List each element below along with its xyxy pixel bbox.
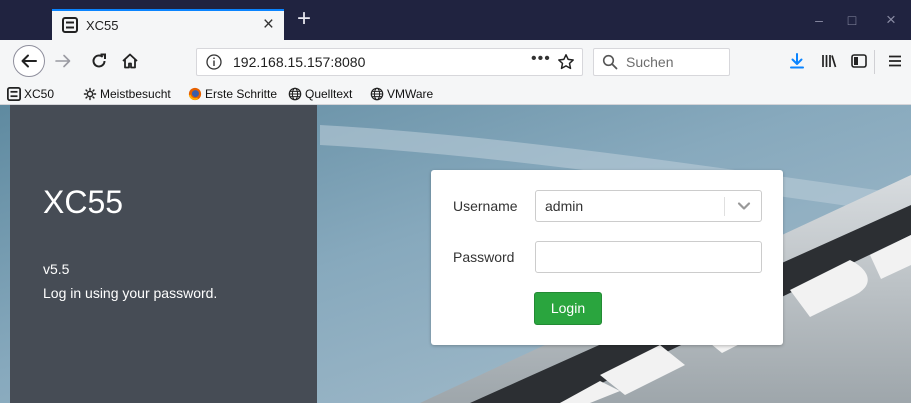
menu-button[interactable] — [884, 50, 906, 72]
chevron-down-icon[interactable] — [737, 201, 751, 211]
sidebar-button[interactable] — [848, 50, 870, 72]
home-icon — [122, 53, 138, 69]
login-hint: Log in using your password. — [43, 285, 218, 301]
bookmark-vmware[interactable]: VMWare — [370, 86, 433, 102]
page-actions-button[interactable]: ••• — [531, 50, 551, 68]
bookmark-quelltext[interactable]: Quelltext — [288, 86, 352, 102]
login-form: Username admin Password Login — [431, 170, 783, 345]
library-button[interactable] — [818, 50, 840, 72]
xc-logo-icon — [7, 87, 21, 101]
back-button[interactable] — [13, 45, 45, 77]
bookmarks-toolbar: XC50 Meistbesucht Erste Schritte Quellte… — [0, 83, 911, 105]
new-tab-button[interactable]: + — [292, 6, 316, 32]
bookmark-label: Quelltext — [305, 87, 353, 101]
hamburger-menu-icon — [889, 55, 901, 67]
username-select[interactable]: admin — [535, 190, 762, 222]
search-bar[interactable]: Suchen — [593, 48, 730, 76]
minimize-button[interactable]: – — [805, 8, 833, 32]
library-icon — [822, 55, 837, 68]
tab-close-button[interactable]: × — [263, 14, 274, 36]
tab-strip: XC55 × + – □ × — [0, 0, 911, 40]
toolbar-separator — [874, 50, 875, 74]
version-text: v5.5 — [43, 261, 70, 277]
close-window-button[interactable]: × — [877, 8, 905, 32]
bookmark-label: VMWare — [387, 87, 434, 101]
reload-icon — [92, 53, 106, 68]
bookmark-label: Meistbesucht — [100, 87, 171, 101]
login-button[interactable]: Login — [534, 292, 602, 325]
reload-button[interactable] — [84, 44, 114, 78]
tab-xc55[interactable]: XC55 × — [52, 9, 284, 40]
search-placeholder: Suchen — [626, 54, 674, 70]
back-arrow-icon — [21, 54, 37, 68]
gear-icon — [83, 87, 97, 101]
username-value: admin — [545, 198, 584, 214]
info-icon[interactable] — [205, 53, 223, 71]
home-button[interactable] — [115, 44, 145, 78]
bookmark-label: Erste Schritte — [205, 87, 278, 101]
globe-icon — [370, 87, 384, 101]
password-label: Password — [453, 249, 515, 265]
bookmark-star-icon[interactable] — [557, 53, 575, 71]
xc-logo-icon — [62, 17, 78, 33]
firefox-icon — [188, 87, 202, 101]
bookmark-erste-schritte[interactable]: Erste Schritte — [188, 86, 277, 102]
product-name: XC55 — [43, 184, 124, 220]
select-divider — [724, 197, 725, 216]
bookmark-xc50[interactable]: XC50 — [7, 86, 54, 102]
tab-title: XC55 — [86, 18, 119, 33]
username-label: Username — [453, 198, 518, 214]
forward-button[interactable] — [48, 44, 78, 78]
forward-arrow-icon — [55, 54, 71, 68]
bookmark-meistbesucht[interactable]: Meistbesucht — [83, 86, 171, 102]
search-icon — [602, 54, 618, 70]
downloads-button[interactable] — [786, 50, 808, 72]
navigation-toolbar: 192.168.15.157:8080 ••• Suchen — [0, 40, 911, 83]
maximize-button[interactable]: □ — [838, 8, 866, 32]
globe-icon — [288, 87, 302, 101]
address-bar[interactable]: 192.168.15.157:8080 ••• — [196, 48, 583, 76]
page-content: XC55 v5.5 Log in using your password. Us… — [0, 105, 911, 403]
sidebar-icon — [851, 54, 867, 68]
url-text[interactable]: 192.168.15.157:8080 — [233, 54, 365, 70]
download-icon — [790, 53, 804, 69]
info-panel: XC55 v5.5 Log in using your password. — [10, 105, 317, 403]
password-field[interactable] — [535, 241, 762, 273]
bookmark-label: XC50 — [24, 87, 55, 101]
